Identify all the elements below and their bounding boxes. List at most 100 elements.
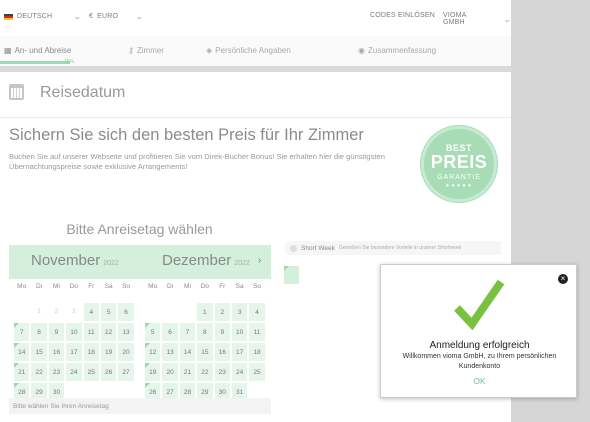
step-arrival[interactable]: ▦ An- und Abreise bbox=[4, 46, 72, 55]
weekday-header: Mo bbox=[148, 283, 158, 290]
calendar-day[interactable]: 19 bbox=[99, 342, 118, 362]
step-label: Persönliche Angaben bbox=[215, 46, 291, 55]
calendar-day[interactable]: 19 bbox=[144, 362, 162, 382]
calendar-day[interactable]: 18 bbox=[248, 342, 266, 362]
calendar-day[interactable]: 8 bbox=[30, 322, 48, 342]
calendar-day[interactable]: 4 bbox=[248, 302, 266, 322]
calendar-day[interactable]: 22 bbox=[30, 362, 48, 382]
top-bar: DEUTSCH ⌄ € EURO ⌄ CODES EINLÖSEN VIOMA … bbox=[0, 0, 511, 33]
dialog-message: Willkommen vioma GmbH, zu Ihrem persönli… bbox=[402, 353, 557, 370]
calendar-day[interactable]: 13 bbox=[117, 322, 135, 342]
best-price-seal: BEST PREIS GARANTIE ★★★★★ bbox=[421, 126, 497, 202]
close-icon[interactable]: × bbox=[558, 274, 568, 284]
calendar-november: Mo Di Mi Do Fr Sa So 1 2 3 4 5 6 7 8 9 10 11 12 13 14 15 16 17 1… bbox=[13, 282, 135, 402]
calendar-day[interactable]: 15 bbox=[30, 342, 48, 362]
month-name: November bbox=[31, 252, 101, 269]
calendar-day[interactable]: 2 bbox=[213, 302, 231, 322]
calendar-day[interactable]: 26 bbox=[99, 362, 118, 382]
calendar-day[interactable]: 10 bbox=[65, 322, 83, 342]
step-rooms[interactable]: ⚷ Zimmer bbox=[128, 46, 164, 55]
calendar-day[interactable]: 16 bbox=[213, 342, 231, 362]
calendar-icon bbox=[9, 84, 24, 100]
redeem-codes-link[interactable]: CODES EINLÖSEN bbox=[370, 12, 435, 19]
calendar-day[interactable]: 7 bbox=[178, 322, 197, 342]
calendar-day[interactable]: 14 bbox=[178, 342, 197, 362]
calendar-day[interactable]: 7 bbox=[13, 322, 31, 342]
calendar-day[interactable]: 9 bbox=[47, 322, 66, 342]
login-success-dialog: × Anmeldung erfolgreich Willkommen vioma… bbox=[380, 264, 577, 398]
step-personal-data[interactable]: ◈ Persönliche Angaben bbox=[206, 46, 291, 55]
page-headline: Sichern Sie sich den besten Preis für Ih… bbox=[9, 126, 364, 144]
calendar-day[interactable]: 8 bbox=[196, 322, 214, 342]
calendar-day[interactable]: 14 bbox=[13, 342, 31, 362]
chevron-down-icon: ⌄ bbox=[73, 12, 83, 21]
weekday-header: Mi bbox=[184, 283, 191, 290]
ok-button[interactable]: OK bbox=[381, 376, 578, 386]
calendar-day[interactable]: 24 bbox=[230, 362, 249, 382]
weekday-header: Mi bbox=[53, 283, 60, 290]
calendar-day[interactable]: 21 bbox=[178, 362, 197, 382]
month-title-november: November 2022 bbox=[31, 252, 119, 269]
progress-bar bbox=[0, 61, 70, 64]
month-title-december: Dezember 2022 bbox=[162, 252, 250, 269]
calendar-day[interactable]: 10 bbox=[230, 322, 249, 342]
calendar-day[interactable]: 18 bbox=[82, 342, 100, 362]
calendar-day[interactable]: 23 bbox=[213, 362, 231, 382]
calendar-day[interactable]: 21 bbox=[13, 362, 31, 382]
chevron-down-icon: ⌄ bbox=[503, 15, 511, 24]
weekday-header: So bbox=[122, 283, 131, 290]
seal-line-2: PREIS bbox=[430, 152, 488, 172]
weekday-header: Fr bbox=[219, 283, 226, 290]
calendar-day[interactable]: 20 bbox=[161, 362, 179, 382]
calendar-day[interactable]: 5 bbox=[99, 302, 118, 322]
calendar-day[interactable]: 6 bbox=[161, 322, 179, 342]
calendar-day[interactable]: 9 bbox=[213, 322, 231, 342]
calendar-day[interactable]: 25 bbox=[248, 362, 266, 382]
legend-swatch bbox=[284, 266, 299, 284]
calendar-day[interactable]: 22 bbox=[196, 362, 214, 382]
calendar-december: Mo Di Mi Do Fr Sa So 1 2 3 4 5 6 7 8 9 10 11 12 13 14 15 16 17 1… bbox=[144, 282, 266, 402]
next-month-arrow-icon[interactable]: › bbox=[258, 255, 261, 266]
weekday-header: So bbox=[253, 283, 262, 290]
calendar-day[interactable]: 23 bbox=[47, 362, 66, 382]
calendar-day[interactable]: 6 bbox=[117, 302, 135, 322]
section-title: Reisedatum bbox=[40, 84, 126, 101]
calendar-day[interactable]: 11 bbox=[82, 322, 100, 342]
currency-symbol: € bbox=[89, 13, 94, 20]
calendar-day[interactable]: 3 bbox=[230, 302, 249, 322]
calendar-day[interactable]: 11 bbox=[248, 322, 266, 342]
weekday-header: Fr bbox=[88, 283, 95, 290]
calendar-day[interactable]: 12 bbox=[99, 322, 118, 342]
calendar-day[interactable]: 1 bbox=[196, 302, 214, 322]
calendar-day[interactable]: 25 bbox=[82, 362, 100, 382]
booking-steps: ▦ An- und Abreise ⚷ Zimmer ◈ Persönliche… bbox=[0, 36, 511, 66]
intro-text: Buchen Sie auf unserer Webseite und prof… bbox=[9, 152, 385, 171]
calendar-day[interactable]: 13 bbox=[161, 342, 179, 362]
calendar-day[interactable]: 4 bbox=[82, 302, 100, 322]
calendar-day[interactable]: 17 bbox=[65, 342, 83, 362]
checkmark-icon bbox=[454, 279, 504, 330]
calendar-day[interactable]: 17 bbox=[230, 342, 249, 362]
calendar-day[interactable]: 24 bbox=[65, 362, 83, 382]
currency-selector[interactable]: € EURO ⌄ bbox=[89, 12, 145, 21]
weekday-header: Do bbox=[69, 283, 79, 290]
account-menu[interactable]: VIOMA GMBH ⌄ bbox=[443, 12, 511, 26]
step-summary[interactable]: ◉ Zusammenfassung bbox=[358, 46, 436, 55]
calendar-day[interactable]: 20 bbox=[117, 342, 135, 362]
weekday-header: Mo bbox=[17, 283, 27, 290]
calendar-day[interactable]: 5 bbox=[144, 322, 162, 342]
short-week-label: Short Week bbox=[301, 244, 335, 252]
calendar-day[interactable]: 16 bbox=[47, 342, 66, 362]
step-label: Zimmer bbox=[136, 46, 164, 55]
calendar-day: 3 bbox=[72, 308, 76, 315]
weekday-header: Di bbox=[167, 283, 174, 290]
step-label: Zusammenfassung bbox=[367, 46, 437, 55]
chevron-down-icon: ⌄ bbox=[135, 12, 145, 21]
key-icon: ⚷ bbox=[128, 46, 134, 55]
calendar-day[interactable]: 27 bbox=[117, 362, 135, 382]
calendar-day[interactable]: 15 bbox=[196, 342, 214, 362]
calendar-day[interactable]: 12 bbox=[144, 342, 162, 362]
calendar-day: 2 bbox=[54, 308, 59, 315]
language-selector[interactable]: DEUTSCH ⌄ bbox=[4, 12, 83, 21]
short-week-legend: Short Week Genießen Sie besondere Vortei… bbox=[285, 241, 501, 255]
